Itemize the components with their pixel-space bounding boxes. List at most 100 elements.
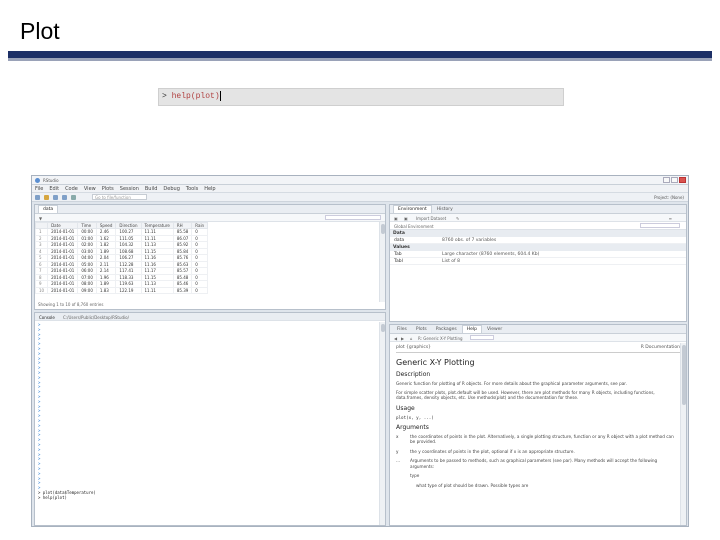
menu-item-help[interactable]: Help bbox=[204, 186, 215, 192]
menu-item-debug[interactable]: Debug bbox=[163, 186, 179, 192]
argument-description: Arguments to be passed to methods, such … bbox=[410, 458, 658, 469]
help-title: Generic X-Y Plotting bbox=[396, 358, 475, 367]
help-scrollbar[interactable] bbox=[680, 343, 686, 525]
open-project-icon[interactable] bbox=[44, 195, 49, 200]
rstudio-window: RStudio File Edit Code View Plots Session Buil… bbox=[31, 175, 689, 527]
environment-pane: Environment History ▣ ▣ Import Dataset ✎ … bbox=[389, 204, 687, 322]
table-cell: 2014-01-01 bbox=[47, 228, 79, 236]
tab-data[interactable]: data bbox=[38, 205, 59, 213]
table-row[interactable]: 1 2014-01-01 00:00 2.46 100.27 11.11 85.58 0 bbox=[35, 228, 209, 236]
help-content: plot {graphics} R Documentation Generic … bbox=[390, 342, 686, 495]
save-all-icon[interactable] bbox=[62, 195, 67, 200]
print-icon[interactable] bbox=[71, 195, 76, 200]
tab-history[interactable]: History bbox=[433, 206, 457, 213]
argument-row: x the coordinates of points in the plot. … bbox=[396, 434, 680, 445]
data-viewer-toolbar: ▼ bbox=[35, 214, 385, 222]
table-cell: 122.19 bbox=[115, 286, 142, 294]
title-rule bbox=[8, 51, 712, 61]
environment-toolbar: ▣ ▣ Import Dataset ✎ ≡ bbox=[390, 214, 686, 222]
tab-plots[interactable]: Plots bbox=[412, 326, 431, 333]
tab-console[interactable]: Console bbox=[39, 315, 55, 320]
tab-help[interactable]: Help bbox=[461, 325, 482, 333]
menu-item-file[interactable]: File bbox=[35, 186, 43, 192]
help-back-icon[interactable]: ◀ bbox=[394, 336, 397, 341]
variable-name: data bbox=[394, 238, 405, 243]
table-row[interactable]: 6 2014-01-01 05:00 2.11 112.28 11.16 85.63 0 bbox=[35, 260, 209, 268]
maximize-icon[interactable] bbox=[671, 177, 678, 183]
menu-bar: File Edit Code View Plots Session Build Debug To… bbox=[32, 185, 688, 193]
argument-description: the y coordinates of points in the plot,… bbox=[410, 448, 575, 454]
help-toolbar: ◀ ▶ ⌂ R: Generic X-Y Plotting bbox=[390, 334, 686, 342]
new-file-icon[interactable] bbox=[35, 195, 40, 200]
table-row[interactable]: 7 2014-01-01 06:00 2.14 117.41 11.17 85.57 0 bbox=[35, 267, 209, 275]
menu-item-build[interactable]: Build bbox=[145, 186, 158, 192]
column-header[interactable]: Temperature bbox=[140, 222, 174, 229]
data-scrollbar[interactable] bbox=[379, 222, 385, 302]
column-header[interactable]: Direction bbox=[115, 222, 142, 229]
save-workspace-icon[interactable]: ▣ bbox=[404, 216, 408, 221]
editor-tabs: data bbox=[35, 205, 385, 214]
table-row[interactable]: 4 2014-01-01 03:00 1.89 108.68 11.15 85.84 0 bbox=[35, 247, 209, 255]
console-scrollbar[interactable] bbox=[379, 322, 385, 525]
menu-item-session[interactable]: Session bbox=[120, 186, 139, 192]
data-section: data 8760 obs. of 7 variables bbox=[390, 237, 686, 244]
table-body: 1 2014-01-01 00:00 2.46 100.27 11.11 85.58 0 2 20… bbox=[35, 228, 209, 294]
load-workspace-icon[interactable]: ▣ bbox=[394, 216, 398, 221]
tab-environment[interactable]: Environment bbox=[393, 205, 432, 213]
table-row[interactable]: 3 2014-01-01 02:00 1.82 104.32 11.13 85.92 0 bbox=[35, 241, 209, 249]
scope-select[interactable]: Global Environment bbox=[394, 224, 434, 229]
menu-item-code[interactable]: Code bbox=[65, 186, 78, 192]
import-dataset-button[interactable]: Import Dataset bbox=[416, 216, 446, 221]
arguments-heading: Arguments bbox=[396, 423, 429, 431]
console-output[interactable]: > > > > > > > > > > > > > > > > > > > > > > > > > > > > > > > > > > > > plo… bbox=[35, 321, 385, 502]
search-input[interactable] bbox=[325, 215, 381, 220]
project-menu[interactable]: Project: (None) bbox=[654, 195, 684, 200]
usage-code: plot(x, y, ...) bbox=[396, 414, 434, 420]
minimize-icon[interactable] bbox=[663, 177, 670, 183]
close-icon[interactable] bbox=[679, 177, 686, 183]
tab-viewer[interactable]: Viewer bbox=[483, 326, 506, 333]
goto-file-input[interactable]: Go to file/function bbox=[92, 194, 147, 200]
environment-row[interactable]: Tabl List of 8 bbox=[390, 258, 686, 265]
help-find-input[interactable] bbox=[470, 335, 494, 340]
scrollbar-thumb[interactable] bbox=[381, 324, 385, 332]
table-cell: 0 bbox=[191, 286, 209, 294]
menu-item-view[interactable]: View bbox=[84, 186, 96, 192]
table-row[interactable]: 10 2014-01-01 09:00 1.83 122.19 11.11 85.39 0 bbox=[35, 286, 209, 294]
table-cell: 2014-01-01 bbox=[47, 234, 79, 242]
help-topic[interactable]: R: Generic X-Y Plotting bbox=[418, 336, 463, 341]
console-prompt: > bbox=[162, 92, 172, 101]
table-cell: 09:00 bbox=[77, 286, 97, 294]
list-view-icon[interactable]: ≡ bbox=[669, 216, 672, 221]
help-header-right: R Documentation bbox=[640, 345, 680, 350]
console-pane: Console C:/Users/Public/Desktop/RStudio/… bbox=[34, 312, 386, 526]
scrollbar-thumb[interactable] bbox=[381, 224, 385, 234]
menu-item-edit[interactable]: Edit bbox=[49, 186, 59, 192]
slide-title: Plot bbox=[20, 18, 60, 44]
environment-search-input[interactable] bbox=[640, 223, 680, 228]
table-row[interactable]: 8 2014-01-01 07:00 1.96 118.33 11.15 85.48 0 bbox=[35, 273, 209, 281]
console-path: C:/Users/Public/Desktop/RStudio/ bbox=[63, 315, 129, 320]
environment-scope-bar: Global Environment bbox=[390, 222, 686, 230]
help-home-icon[interactable]: ⌂ bbox=[410, 336, 413, 341]
menu-item-tools[interactable]: Tools bbox=[186, 186, 198, 192]
environment-row[interactable]: data 8760 obs. of 7 variables bbox=[390, 237, 686, 244]
filter-icon[interactable]: ▼ bbox=[39, 216, 42, 221]
table-row[interactable]: 5 2014-01-01 04:00 2.04 106.27 11.16 85.76 0 bbox=[35, 254, 209, 262]
help-forward-icon[interactable]: ▶ bbox=[401, 336, 404, 341]
tab-files[interactable]: Files bbox=[393, 326, 411, 333]
environment-row[interactable]: Tab Large character (8760 elements, 604.4… bbox=[390, 251, 686, 258]
table-cell: 85.39 bbox=[172, 286, 193, 294]
table-row[interactable]: 2 2014-01-01 01:00 1.62 111.05 11.11 86.07 0 bbox=[35, 234, 209, 242]
menu-item-plots[interactable]: Plots bbox=[102, 186, 114, 192]
command-snippet: > help(plot) bbox=[158, 88, 564, 106]
save-icon[interactable] bbox=[53, 195, 58, 200]
tab-packages[interactable]: Packages bbox=[432, 326, 461, 333]
main-toolbar: Go to file/function Project: (None) bbox=[32, 193, 688, 202]
table-cell: 11.11 bbox=[140, 286, 174, 294]
scrollbar-thumb[interactable] bbox=[682, 345, 686, 405]
data-table: Date Time Speed Direction Temperature RH Rain … bbox=[35, 222, 209, 294]
clear-broom-icon[interactable]: ✎ bbox=[456, 216, 459, 221]
table-row[interactable]: 9 2014-01-01 08:00 1.89 119.63 11.13 85.46 0 bbox=[35, 280, 209, 288]
console-header: Console C:/Users/Public/Desktop/RStudio/ bbox=[35, 313, 385, 321]
